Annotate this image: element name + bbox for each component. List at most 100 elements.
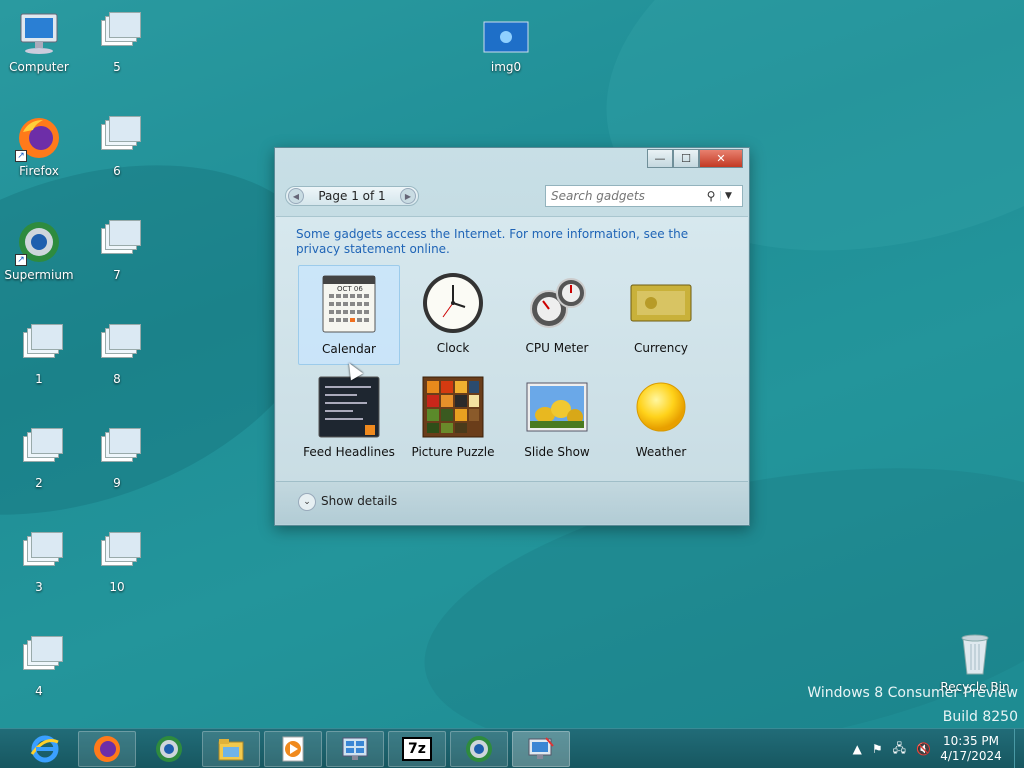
- system-tray: ▲ ⚑ 🖧 🔇 10:35 PM 4/17/2024: [848, 729, 1024, 768]
- details-bar: ⌄ Show details: [276, 481, 748, 524]
- show-hidden-icons-icon[interactable]: ▲: [853, 742, 862, 756]
- desktop-icon-file-9[interactable]: 9: [79, 426, 155, 490]
- desktop-icon-label: Firefox: [19, 164, 59, 178]
- calendar-month-text: OCT 06: [337, 285, 363, 293]
- show-details-chevron-icon[interactable]: ⌄: [298, 493, 316, 511]
- gadget-label: Currency: [633, 341, 689, 355]
- desktop-icon-file-5[interactable]: 5: [79, 10, 155, 74]
- file-icon: [15, 322, 63, 370]
- supermium-icon: [156, 736, 182, 762]
- desktop-icon-label: 8: [113, 372, 121, 386]
- next-page-button[interactable]: ▶: [400, 188, 416, 204]
- show-desktop-button[interactable]: [1014, 729, 1024, 768]
- clock[interactable]: 10:35 PM 4/17/2024: [936, 734, 1006, 764]
- action-center-flag-icon[interactable]: ⚑: [872, 742, 883, 756]
- gadget-gallery: Some gadgets access the Internet. For mo…: [276, 216, 748, 482]
- desktop-icon-img0[interactable]: img0: [468, 10, 544, 74]
- taskbar-internet-explorer[interactable]: [16, 731, 74, 767]
- calendar-gadget-icon: OCT 06: [317, 272, 381, 336]
- desktop-icon-file-3[interactable]: 3: [1, 530, 77, 594]
- desktop-icon-computer[interactable]: Computer: [1, 10, 77, 74]
- file-explorer-icon: [218, 739, 244, 761]
- desktop-icon-file-1[interactable]: 1: [1, 322, 77, 386]
- firefox-icon: [94, 736, 120, 762]
- gadget-weather[interactable]: Weather: [610, 369, 712, 469]
- privacy-notice-link[interactable]: Some gadgets access the Internet. For mo…: [296, 227, 716, 257]
- minimize-button[interactable]: —: [647, 149, 673, 168]
- desktop-icon-label: 6: [113, 164, 121, 178]
- search-icon[interactable]: ⚲: [702, 189, 720, 203]
- taskbar-file-explorer[interactable]: [202, 731, 260, 767]
- firefox-icon: ↗: [15, 114, 63, 162]
- file-icon: [93, 114, 141, 162]
- taskbar-supermium[interactable]: [140, 731, 198, 767]
- maximize-button[interactable]: ☐: [673, 149, 699, 168]
- desktop-icon-file-10[interactable]: 10: [79, 530, 155, 594]
- supermium-icon: [466, 736, 492, 762]
- caption-buttons: — ☐ ✕: [647, 149, 743, 168]
- file-icon: [15, 634, 63, 682]
- desktop-icon-label: img0: [490, 60, 522, 74]
- search-dropdown-button[interactable]: ▼: [720, 191, 736, 201]
- gadget-picture-puzzle[interactable]: Picture Puzzle: [402, 369, 504, 469]
- file-icon: [93, 322, 141, 370]
- taskbar-firefox[interactable]: [78, 731, 136, 767]
- search-box: ⚲ ▼: [545, 185, 743, 207]
- desktop-icon-file-2[interactable]: 2: [1, 426, 77, 490]
- gadget-clock[interactable]: Clock: [402, 265, 504, 365]
- slide-show-gadget-icon: [525, 375, 589, 439]
- file-icon: [93, 218, 141, 266]
- previous-page-button[interactable]: ◀: [288, 188, 304, 204]
- gadget-slide-show[interactable]: Slide Show: [506, 369, 608, 469]
- watermark-line-2: Build 8250: [942, 709, 1018, 725]
- desktop-icon-label: 4: [35, 684, 43, 698]
- taskbar-control-panel[interactable]: [326, 731, 384, 767]
- image-icon: [482, 10, 530, 58]
- recycle-bin-icon: [951, 630, 999, 678]
- desktop-icon-label: 1: [35, 372, 43, 386]
- gadget-currency[interactable]: Currency: [610, 265, 712, 365]
- show-details-button[interactable]: Show details: [321, 494, 397, 508]
- control-panel-icon: [342, 737, 368, 760]
- media-player-icon: [282, 736, 304, 762]
- taskbar-remote-desktop[interactable]: [512, 731, 570, 767]
- network-icon[interactable]: 🖧: [893, 739, 906, 760]
- shortcut-arrow-icon: ↗: [15, 150, 27, 162]
- gadget-feed-headlines[interactable]: Feed Headlines: [298, 369, 400, 469]
- desktop-icon-file-4[interactable]: 4: [1, 634, 77, 698]
- desktop-icon-label: 7: [113, 268, 121, 282]
- gadget-calendar[interactable]: OCT 06 Calendar: [298, 265, 400, 365]
- desktop-icon-file-8[interactable]: 8: [79, 322, 155, 386]
- desktop-icon-supermium[interactable]: ↗ Supermium: [1, 218, 77, 282]
- gadget-cpu-meter[interactable]: CPU Meter: [506, 265, 608, 365]
- gadget-label: Weather: [635, 445, 687, 459]
- volume-muted-icon[interactable]: 🔇: [916, 742, 931, 756]
- desktop-icon-file-7[interactable]: 7: [79, 218, 155, 282]
- search-input[interactable]: [546, 189, 702, 203]
- cpu-meter-gadget-icon: [525, 271, 589, 335]
- desktop-icon-label: 3: [35, 580, 43, 594]
- gadget-label: Clock: [436, 341, 470, 355]
- gadget-label: Calendar: [322, 342, 376, 356]
- desktop-icon-file-6[interactable]: 6: [79, 114, 155, 178]
- file-icon: [93, 10, 141, 58]
- feed-headlines-gadget-icon: [317, 375, 381, 439]
- desktop-icon-firefox[interactable]: ↗ Firefox: [1, 114, 77, 178]
- watermark-line-1: Windows 8 Consumer Preview: [807, 685, 1018, 701]
- file-icon: [15, 426, 63, 474]
- clock-gadget-icon: [421, 271, 485, 335]
- gadget-label: Slide Show: [524, 445, 590, 459]
- desktop-icon-label: 9: [113, 476, 121, 490]
- clock-date: 4/17/2024: [940, 749, 1002, 763]
- computer-icon: [15, 10, 63, 58]
- page-navigator: ◀ Page 1 of 1 ▶: [285, 186, 419, 206]
- taskbar: 7z ▲ ⚑ 🖧 🔇 10:35 PM 4/17/2024: [0, 728, 1024, 768]
- 7zip-icon: 7z: [402, 737, 432, 761]
- taskbar-media-player[interactable]: [264, 731, 322, 767]
- close-button[interactable]: ✕: [699, 149, 743, 168]
- taskbar-supermium-2[interactable]: [450, 731, 508, 767]
- desktop-icon-label: 2: [35, 476, 43, 490]
- desktop-icon-label: Computer: [9, 60, 69, 74]
- file-icon: [15, 530, 63, 578]
- taskbar-7zip[interactable]: 7z: [388, 731, 446, 767]
